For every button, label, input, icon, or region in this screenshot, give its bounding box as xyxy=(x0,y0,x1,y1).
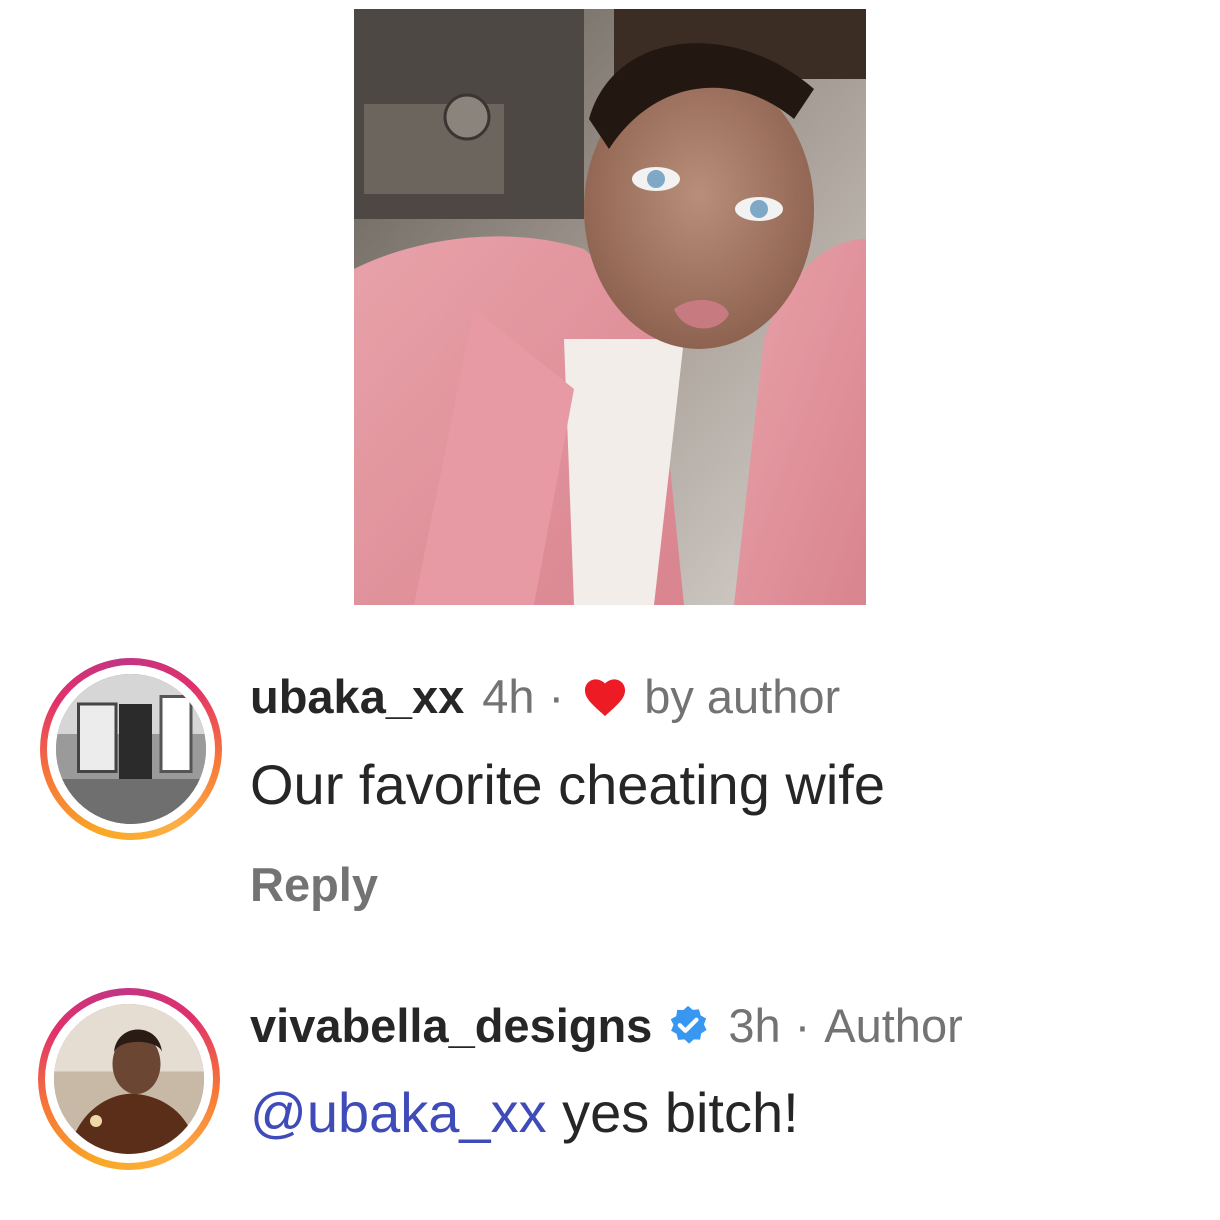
comment-body: yes bitch! xyxy=(546,1081,799,1144)
heart-icon xyxy=(585,679,626,717)
mention-link[interactable]: @ubaka_xx xyxy=(250,1081,547,1144)
story-ring[interactable] xyxy=(38,988,220,1170)
meta-separator: · xyxy=(548,670,565,723)
comment-meta: vivabella_designs 3h · Author xyxy=(250,998,963,1054)
comment-text: Our favorite cheating wife xyxy=(250,753,885,816)
meta-separator: · xyxy=(794,999,811,1052)
comment-username[interactable]: vivabella_designs xyxy=(250,998,652,1054)
comment-text: @ubaka_xx yes bitch! xyxy=(250,1078,799,1148)
comment-meta: ubaka_xx 4h · by author xyxy=(250,669,840,725)
author-tag: Author xyxy=(824,999,963,1052)
story-ring[interactable] xyxy=(40,658,222,840)
avatar[interactable] xyxy=(56,674,206,824)
comment-time: 4h xyxy=(482,670,535,723)
avatar-image xyxy=(56,674,206,824)
selfie-image xyxy=(354,9,866,605)
post-photo[interactable] xyxy=(354,9,866,605)
comment-username[interactable]: ubaka_xx xyxy=(250,669,464,725)
liked-by-author-label: by author xyxy=(644,670,841,723)
comment-time: 3h xyxy=(728,999,781,1052)
reply-button[interactable]: Reply xyxy=(250,855,378,915)
avatar[interactable] xyxy=(54,1004,204,1154)
verified-badge-icon xyxy=(671,1005,707,1044)
avatar-image xyxy=(54,1004,204,1154)
